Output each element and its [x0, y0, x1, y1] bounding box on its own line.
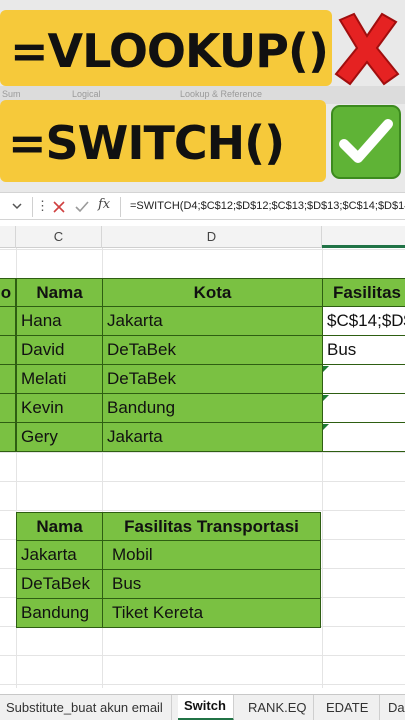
tab-edate[interactable]: EDATE — [320, 695, 380, 720]
cell-no[interactable] — [0, 307, 16, 336]
header-nama[interactable]: Nama — [16, 278, 103, 307]
header-fasilitas[interactable]: Fasilitas — [322, 278, 405, 307]
cell-fasilitas[interactable] — [322, 394, 405, 423]
check-icon — [331, 105, 401, 179]
cell-no[interactable] — [0, 394, 16, 423]
cross-icon — [334, 12, 400, 86]
ribbon-autosum[interactable]: Sum — [2, 89, 21, 99]
lookup-header-fasilitas[interactable]: Fasilitas Transportasi — [102, 512, 321, 541]
column-header-b[interactable] — [0, 226, 16, 248]
cancel-icon[interactable] — [52, 200, 66, 214]
cell-no[interactable] — [0, 336, 16, 365]
lookup-cell-fasilitas[interactable]: Tiket Kereta — [102, 599, 321, 628]
lookup-cell-nama[interactable]: Bandung — [16, 599, 103, 628]
sheet-tab-bar: Substitute_buat akun email Switch RANK.E… — [0, 694, 405, 720]
more-options-icon[interactable]: ⋮ — [36, 198, 49, 214]
header-kota[interactable]: Kota — [102, 278, 323, 307]
ribbon-logical[interactable]: Logical — [72, 89, 101, 99]
video-overlay-area: Sum Logical Lookup & Reference =VLOOKUP(… — [0, 0, 405, 192]
cell-kota[interactable]: DeTaBek — [102, 365, 323, 394]
lookup-cell-fasilitas[interactable]: Bus — [102, 570, 321, 599]
lookup-cell-fasilitas[interactable]: Mobil — [102, 541, 321, 570]
column-header-c[interactable]: C — [16, 226, 102, 248]
error-indicator-icon[interactable] — [323, 424, 329, 430]
cell-kota[interactable]: Jakarta — [102, 423, 323, 452]
cell-fasilitas[interactable] — [322, 423, 405, 452]
switch-banner-text: =SWITCH() — [8, 116, 285, 170]
cell-nama[interactable]: Melati — [16, 365, 103, 394]
cell-fasilitas[interactable] — [322, 365, 405, 394]
cell-no[interactable] — [0, 423, 16, 452]
tab-substitute[interactable]: Substitute_buat akun email — [0, 695, 172, 720]
chevron-down-icon[interactable] — [12, 201, 22, 211]
cell-kota[interactable]: Jakarta — [102, 307, 323, 336]
cell-nama[interactable]: Gery — [16, 423, 103, 452]
tab-da[interactable]: Da — [386, 695, 405, 720]
ribbon-lookup[interactable]: Lookup & Reference — [180, 89, 262, 99]
lookup-cell-nama[interactable]: Jakarta — [16, 541, 103, 570]
vlookup-banner: =VLOOKUP() — [0, 10, 332, 86]
enter-check-icon[interactable] — [75, 200, 89, 214]
formula-bar: ⋮ fx =SWITCH(D4;$C$12;$D$12;$C$13;$D$13;… — [0, 192, 405, 220]
cell-nama[interactable]: David — [16, 336, 103, 365]
cell-fasilitas[interactable]: Bus — [322, 336, 405, 365]
column-header-d[interactable]: D — [102, 226, 322, 248]
lookup-cell-nama[interactable]: DeTaBek — [16, 570, 103, 599]
cell-kota[interactable]: DeTaBek — [102, 336, 323, 365]
error-indicator-icon[interactable] — [323, 395, 329, 401]
vlookup-banner-text: =VLOOKUP() — [10, 24, 329, 78]
switch-banner: =SWITCH() — [0, 100, 326, 182]
error-indicator-icon[interactable] — [323, 366, 329, 372]
tab-switch[interactable]: Switch — [178, 695, 234, 720]
cell-kota[interactable]: Bandung — [102, 394, 323, 423]
tab-rank-eq[interactable]: RANK.EQ — [242, 695, 314, 720]
formula-bar-divider — [32, 197, 33, 217]
lookup-header-nama[interactable]: Nama — [16, 512, 103, 541]
cell-nama[interactable]: Hana — [16, 307, 103, 336]
cell-fasilitas-editing[interactable]: $C$14;$D$14 — [322, 307, 405, 336]
cell-nama[interactable]: Kevin — [16, 394, 103, 423]
insert-function-icon[interactable]: fx — [98, 197, 110, 212]
formula-bar-divider — [120, 197, 121, 217]
header-no[interactable]: o — [0, 278, 16, 307]
formula-input[interactable]: =SWITCH(D4;$C$12;$D$12;$C$13;$D$13;$C$14… — [130, 200, 405, 212]
cell-no[interactable] — [0, 365, 16, 394]
